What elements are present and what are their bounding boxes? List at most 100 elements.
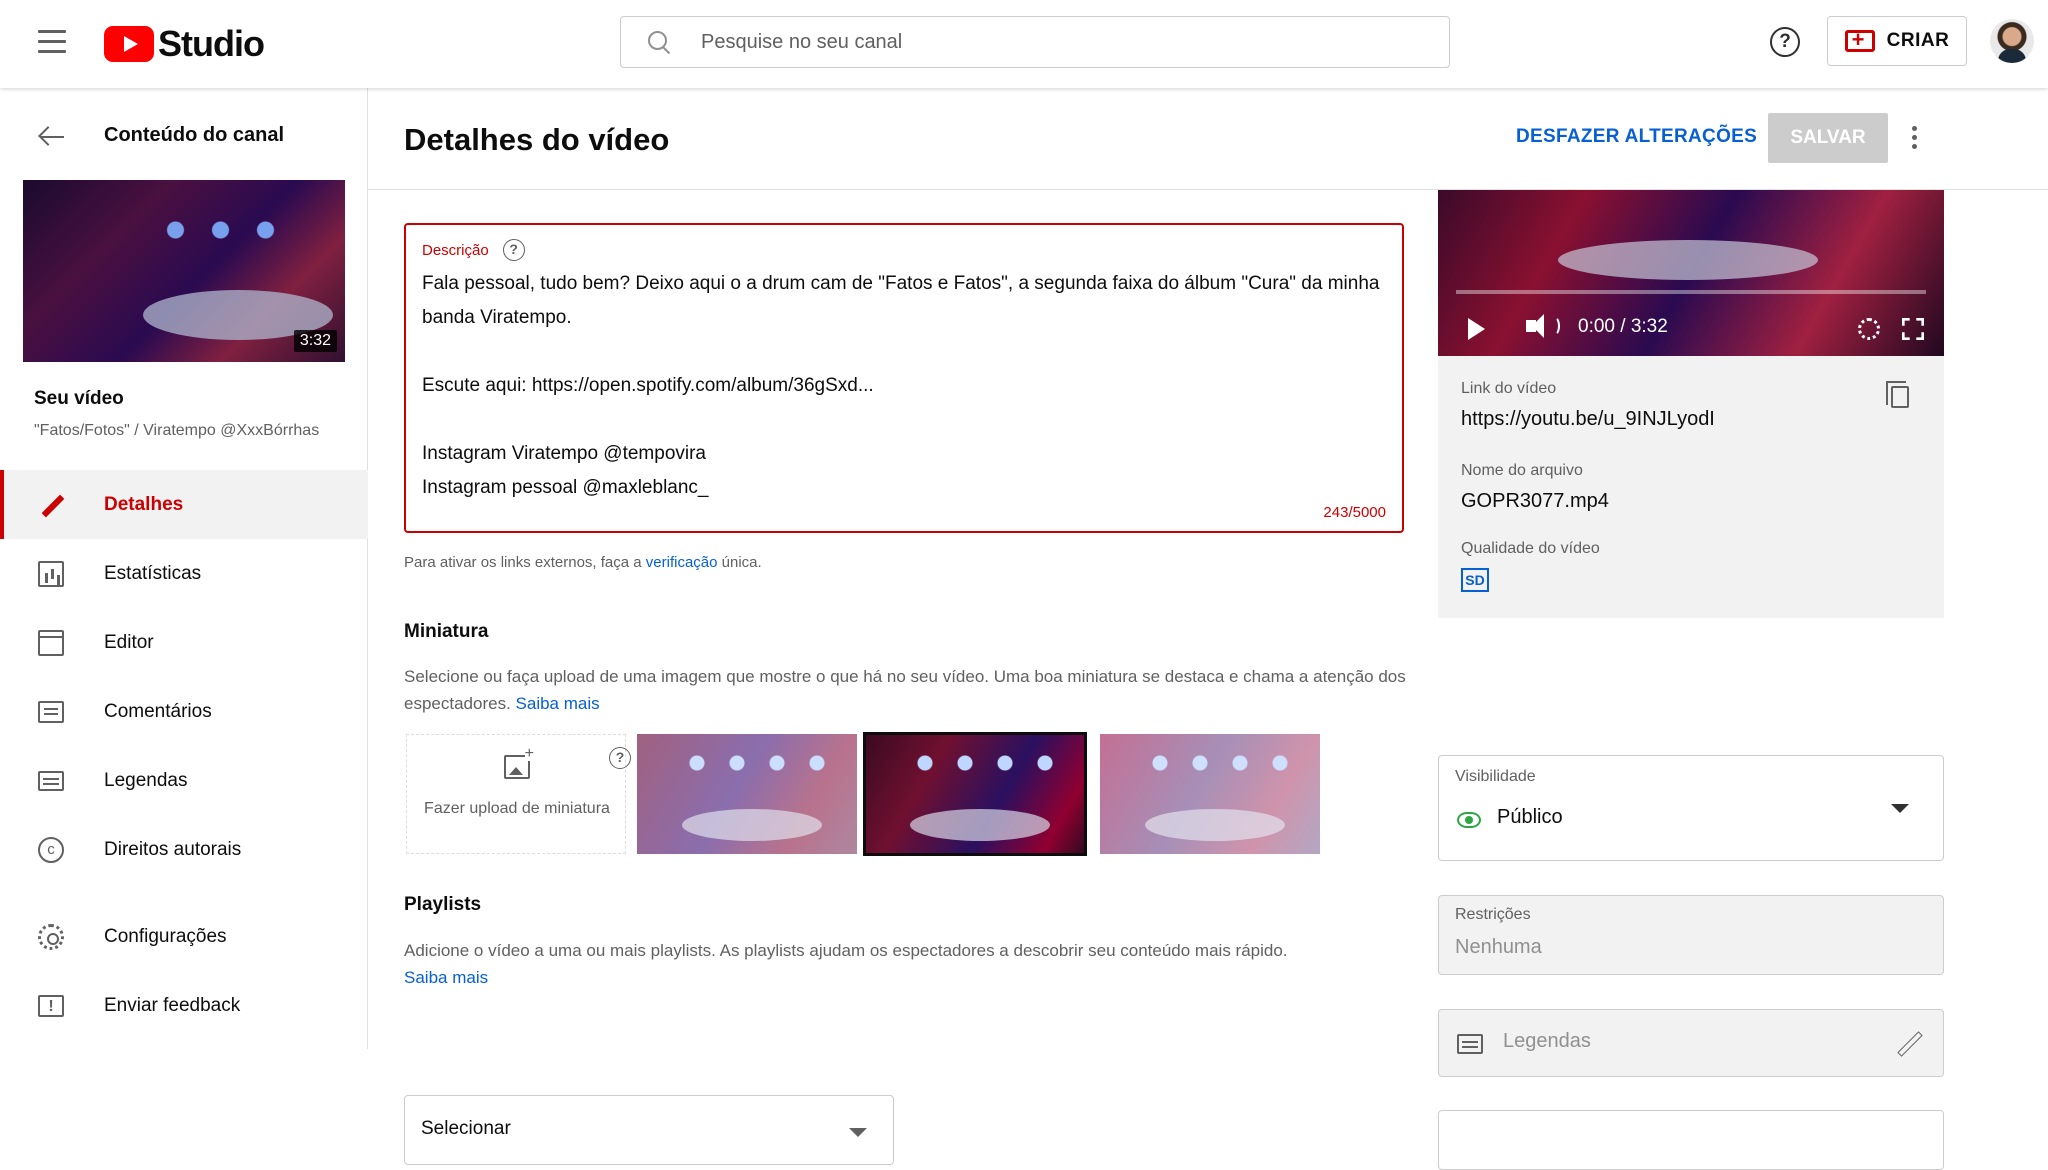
create-button[interactable]: CRIAR: [1827, 16, 1967, 66]
search-box[interactable]: [620, 16, 1450, 68]
copy-icon[interactable]: [1886, 381, 1909, 408]
playlists-desc-text: Adicione o vídeo a uma ou mais playlists…: [404, 941, 1288, 960]
auto-thumbnail-1[interactable]: [637, 734, 857, 854]
description-field[interactable]: Descrição ? Fala pessoal, tudo bem? Deix…: [404, 223, 1404, 533]
player-time: 0:00 / 3:32: [1578, 316, 1668, 337]
description-help-icon[interactable]: ?: [502, 239, 525, 261]
subtitles-icon: [38, 770, 64, 791]
playlists-learn-more-link[interactable]: Saiba mais: [404, 968, 488, 987]
video-subtitle: "Fatos/Fotos" / Viratempo @XxxBórrhas: [34, 422, 320, 439]
volume-icon[interactable]: [1526, 314, 1544, 338]
page-title: Detalhes do vídeo: [404, 122, 670, 157]
help-icon[interactable]: ?: [1770, 27, 1800, 57]
hint-text-end: única.: [717, 554, 762, 571]
verification-hint: Para ativar os links externos, faça a ve…: [404, 554, 762, 571]
filename-label: Nome do arquivo: [1461, 462, 1583, 479]
sidebar-item-editor[interactable]: Editor: [0, 608, 368, 677]
undo-changes-button[interactable]: DESFAZER ALTERAÇÕES: [1516, 126, 1757, 148]
sidebar-item-subtitles[interactable]: Legendas: [0, 746, 368, 815]
thumbnail-help-icon[interactable]: ?: [609, 747, 631, 769]
progress-bar[interactable]: [1456, 290, 1926, 294]
stage-lights: [905, 748, 1065, 778]
pencil-icon: [38, 492, 64, 518]
playlists-title: Playlists: [404, 894, 482, 915]
auto-thumbnail-3[interactable]: [1100, 734, 1320, 854]
restrictions-field[interactable]: Restrições Nenhuma: [1438, 895, 1944, 975]
fullscreen-icon[interactable]: [1902, 318, 1924, 340]
thumbnail-learn-more-link[interactable]: Saiba mais: [516, 694, 600, 713]
search-icon: [647, 30, 671, 54]
sidebar-item-label: Configurações: [104, 925, 227, 947]
visibility-select[interactable]: Visibilidade Público: [1438, 755, 1944, 861]
player-controls: 0:00 / 3:32: [1438, 306, 1944, 356]
sidebar-item-feedback[interactable]: ! Enviar feedback: [0, 971, 368, 1040]
stats-icon: [38, 560, 64, 587]
playlist-select[interactable]: Selecionar: [404, 1095, 894, 1165]
sidebar-item-label: Editor: [104, 631, 154, 653]
gear-icon: [38, 923, 64, 950]
studio-logo[interactable]: Studio: [104, 23, 265, 65]
volume-wave-icon: [1548, 316, 1560, 336]
hint-text: Para ativar os links externos, faça a: [404, 554, 646, 571]
sidebar-item-details[interactable]: Detalhes: [0, 470, 368, 539]
drum-shape: [910, 809, 1050, 841]
auto-thumbnail-2[interactable]: [863, 732, 1087, 856]
avatar[interactable]: [1990, 19, 2034, 63]
thumbnail-desc: Selecione ou faça upload de uma imagem q…: [404, 663, 1414, 717]
sidebar-item-label: Estatísticas: [104, 562, 202, 584]
sidebar: Conteúdo do canal 3:32 Seu vídeo "Fatos/…: [0, 88, 368, 1049]
save-button[interactable]: SALVAR: [1768, 113, 1888, 163]
thumbnail-title: Miniatura: [404, 621, 489, 642]
back-to-content[interactable]: Conteúdo do canal: [0, 118, 368, 158]
more-options-icon[interactable]: [1912, 126, 1918, 150]
video-player[interactable]: 0:00 / 3:32: [1438, 190, 1944, 356]
description-label-row: Descrição ?: [422, 239, 525, 261]
video-meta-box: Link do vídeo https://youtu.be/u_9INJLyo…: [1438, 356, 1944, 618]
filename-value: GOPR3077.mp4: [1461, 490, 1609, 512]
sd-quality-icon: SD: [1461, 568, 1489, 592]
sidebar-item-copyright[interactable]: c Direitos autorais: [0, 815, 368, 884]
video-thumbnail[interactable]: 3:32: [23, 180, 345, 362]
subtitles-field[interactable]: Legendas: [1438, 1009, 1944, 1077]
drum-shape: [1145, 809, 1285, 841]
drum-shape: [1558, 240, 1818, 280]
video-link[interactable]: https://youtu.be/u_9INJLyodI: [1461, 408, 1715, 431]
quality-label: Qualidade do vídeo: [1461, 540, 1600, 557]
sidebar-item-label: Direitos autorais: [104, 838, 242, 860]
add-image-icon: [504, 747, 534, 779]
editor-icon: [38, 629, 64, 656]
verification-link[interactable]: verificação: [646, 554, 718, 571]
menu-icon[interactable]: [38, 30, 66, 54]
caret-down-icon: [1891, 804, 1909, 813]
sidebar-item-comments[interactable]: Comentários: [0, 677, 368, 746]
playlist-select-value: Selecionar: [421, 1118, 511, 1139]
sidebar-nav: Detalhes Estatísticas Editor Comentários…: [0, 470, 368, 1040]
drum-shape: [682, 809, 822, 841]
stage-lights: [1140, 748, 1300, 778]
sidebar-item-analytics[interactable]: Estatísticas: [0, 539, 368, 608]
pencil-icon[interactable]: [1895, 1030, 1921, 1056]
play-icon[interactable]: [1468, 318, 1485, 340]
sidebar-item-label: Comentários: [104, 700, 212, 722]
brand-label: Studio: [158, 23, 265, 64]
player-settings-icon[interactable]: [1858, 318, 1880, 340]
upload-thumbnail-label: Fazer upload de miniatura: [424, 800, 610, 817]
duration-badge: 3:32: [293, 330, 337, 352]
next-field[interactable]: [1438, 1110, 1944, 1170]
top-bar: Studio ? CRIAR: [0, 0, 2048, 88]
comments-icon: [38, 700, 64, 723]
sidebar-item-settings[interactable]: Configurações: [0, 902, 368, 971]
video-plus-icon: [1844, 27, 1875, 53]
back-arrow-icon[interactable]: [38, 126, 64, 148]
caret-down-icon: [849, 1128, 867, 1137]
description-text[interactable]: Fala pessoal, tudo bem? Deixo aqui o a d…: [422, 267, 1382, 505]
visibility-value: Público: [1497, 806, 1563, 828]
create-label: CRIAR: [1886, 30, 1950, 51]
subtitles-value: Legendas: [1503, 1030, 1591, 1052]
upload-thumbnail-button[interactable]: ? Fazer upload de miniatura: [406, 734, 631, 854]
search-input[interactable]: [701, 30, 1401, 54]
description-label: Descrição: [422, 241, 489, 259]
sidebar-item-label: Enviar feedback: [104, 994, 241, 1016]
restrictions-label: Restrições: [1455, 906, 1531, 923]
playlists-desc: Adicione o vídeo a uma ou mais playlists…: [404, 937, 1414, 991]
